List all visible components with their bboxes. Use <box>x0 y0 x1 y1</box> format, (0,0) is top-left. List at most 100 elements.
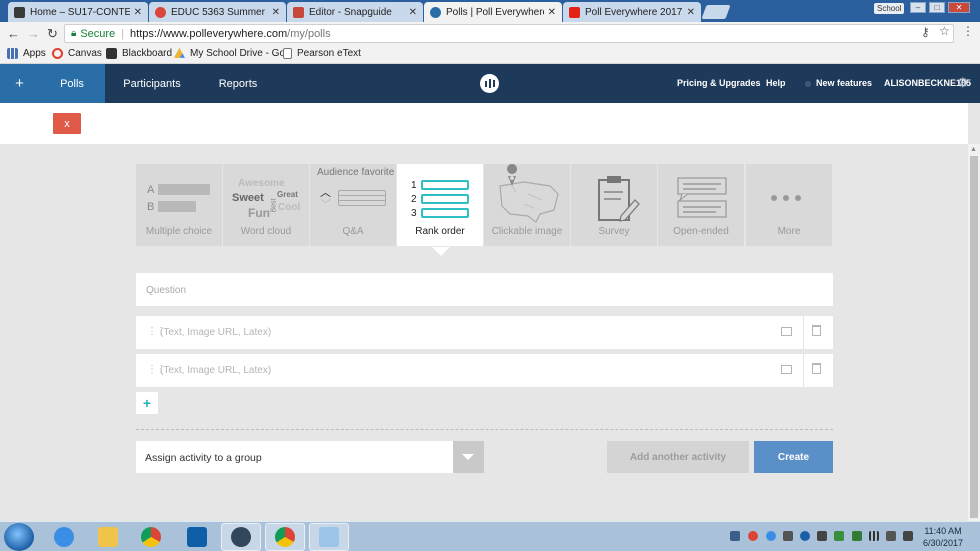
close-icon[interactable]: ✕ <box>134 7 142 18</box>
bookmark-label: Canvas <box>68 48 102 59</box>
tray-icon[interactable] <box>730 531 740 541</box>
close-icon[interactable]: ✕ <box>409 7 417 18</box>
activity-type-qa[interactable]: Audience favorite ︿ ﹀ Q&A <box>310 164 396 246</box>
new-tab-button[interactable] <box>701 5 731 19</box>
activity-type-multiple-choice[interactable]: A B Multiple choice <box>136 164 222 246</box>
browser-menu-icon[interactable]: ⋮ <box>962 24 974 38</box>
tray-icon[interactable] <box>834 531 844 541</box>
rank-bar <box>421 208 469 218</box>
close-window-button[interactable]: ✕ <box>948 2 970 13</box>
option-input[interactable]: (Text, Image URL, Latex) <box>160 365 271 376</box>
keepass-icon <box>231 527 251 547</box>
profile-badge[interactable]: School <box>874 3 905 14</box>
tab-polls[interactable]: Polls <box>39 64 105 103</box>
scroll-up-icon[interactable]: ▲ <box>970 146 977 153</box>
bookmark-school-drive[interactable]: My School Drive - Go <box>174 48 285 59</box>
activity-type-more[interactable]: More <box>746 164 832 246</box>
option-input[interactable]: (Text, Image URL, Latex) <box>160 327 271 338</box>
maximize-window-button[interactable]: □ <box>929 2 945 13</box>
bookmark-canvas[interactable]: Canvas <box>52 48 102 59</box>
bookmark-apps[interactable]: Apps <box>7 48 46 59</box>
taskbar-outlook[interactable] <box>177 523 217 551</box>
activity-type-rank-order[interactable]: 1 2 3 Rank order <box>397 164 483 246</box>
activity-type-word-cloud[interactable]: Awesome Sweet Great Best Fun Cool Word c… <box>223 164 309 246</box>
close-icon[interactable]: ✕ <box>272 7 280 18</box>
close-icon[interactable]: ✕ <box>548 7 556 18</box>
image-icon[interactable] <box>781 365 792 374</box>
scrollbar-thumb[interactable] <box>970 156 978 518</box>
wc-word: Best <box>270 198 278 213</box>
url-bar[interactable]: 🔒︎ Secure | https://www.polleverywhere.c… <box>64 24 954 43</box>
add-option-button[interactable]: + <box>136 392 158 414</box>
network-icon[interactable] <box>886 531 896 541</box>
tray-icon[interactable] <box>783 531 793 541</box>
page-scrollbar[interactable]: ▲ <box>968 144 980 521</box>
activity-type-label: Open-ended <box>673 226 729 237</box>
security-shield-icon[interactable] <box>852 531 862 541</box>
option-row: ⋮⋮ (Text, Image URL, Latex) <box>136 354 833 387</box>
file-explorer-icon <box>98 527 118 547</box>
key-icon[interactable]: ⚷ <box>921 25 930 39</box>
trash-icon[interactable] <box>812 363 821 374</box>
image-icon[interactable] <box>781 327 792 336</box>
bluetooth-icon[interactable] <box>800 531 810 541</box>
taskbar-keepass[interactable] <box>221 523 261 551</box>
wc-word: Fun <box>248 206 270 220</box>
forward-arrow-icon[interactable]: → <box>27 26 40 41</box>
activity-type-survey[interactable]: Survey <box>571 164 657 246</box>
new-activity-button[interactable]: + <box>0 64 39 103</box>
taskbar-internet-explorer[interactable] <box>44 523 84 551</box>
assign-group-select[interactable]: Assign activity to a group <box>136 441 453 473</box>
browser-tab[interactable]: Editor - Snapguide ✕ <box>287 2 423 22</box>
google-drive-icon <box>174 48 185 58</box>
volume-icon[interactable] <box>903 531 913 541</box>
question-input[interactable]: Question <box>136 273 833 306</box>
back-arrow-icon[interactable]: ← <box>7 26 20 41</box>
activity-type-open-ended[interactable]: Open-ended <box>658 164 744 246</box>
new-features-link[interactable]: New features <box>816 78 872 88</box>
page-icon <box>283 48 292 59</box>
rank-number: 2 <box>411 194 417 205</box>
browser-tab-title: Polls | Poll Everywhere <box>446 6 544 18</box>
tray-icon[interactable] <box>817 531 827 541</box>
tab-participants[interactable]: Participants <box>114 64 190 103</box>
browser-tab[interactable]: Poll Everywhere 2017 Tu ✕ <box>563 2 701 22</box>
blackboard-icon <box>106 48 117 59</box>
add-another-activity-button[interactable]: Add another activity <box>607 441 749 473</box>
bookmark-blackboard[interactable]: Blackboard <box>106 48 172 59</box>
close-editor-button[interactable]: x <box>53 113 81 134</box>
bookmark-star-icon[interactable]: ☆ <box>939 24 950 38</box>
pricing-link[interactable]: Pricing & Upgrades <box>677 78 761 88</box>
url-host: https://www.polleverywhere.com <box>130 27 288 40</box>
browser-tab-active[interactable]: Polls | Poll Everywhere ✕ <box>424 2 562 22</box>
clock-date: 6/30/2017 <box>922 538 964 548</box>
activity-type-clickable-image[interactable]: Clickable image <box>484 164 570 246</box>
taskbar-chrome[interactable] <box>131 523 171 551</box>
help-link[interactable]: Help <box>766 78 786 88</box>
divider <box>803 316 804 349</box>
activity-type-label: Multiple choice <box>145 226 213 237</box>
chevron-down-icon[interactable] <box>453 441 484 473</box>
minimize-window-button[interactable]: – <box>910 2 926 13</box>
signal-icon[interactable] <box>869 531 879 541</box>
taskbar-paint[interactable] <box>309 523 349 551</box>
qa-card <box>338 190 386 206</box>
poll-everywhere-logo-icon[interactable] <box>480 74 499 93</box>
ellipsis-icon <box>771 195 801 201</box>
browser-tab-title: EDUC 5363 Summer 201 <box>171 6 268 18</box>
bookmark-pearson[interactable]: Pearson eText <box>283 48 361 59</box>
trash-icon[interactable] <box>812 325 821 336</box>
taskbar-file-explorer[interactable] <box>88 523 128 551</box>
reload-icon[interactable]: ↻ <box>47 26 58 42</box>
close-icon[interactable]: ✕ <box>687 7 695 18</box>
chrome-tray-icon[interactable] <box>748 531 758 541</box>
create-button[interactable]: Create <box>754 441 833 473</box>
browser-tab[interactable]: Home – SU17-CONTEMP ✕ <box>8 2 148 22</box>
gear-icon[interactable]: ⚙ <box>957 75 969 91</box>
start-button[interactable] <box>4 523 34 551</box>
system-clock[interactable]: 11:40 AM 6/30/2017 <box>922 525 964 549</box>
tray-icon[interactable] <box>766 531 776 541</box>
taskbar-chrome-active[interactable] <box>265 523 305 551</box>
browser-tab[interactable]: EDUC 5363 Summer 201 ✕ <box>149 2 286 22</box>
tab-reports[interactable]: Reports <box>209 64 267 103</box>
